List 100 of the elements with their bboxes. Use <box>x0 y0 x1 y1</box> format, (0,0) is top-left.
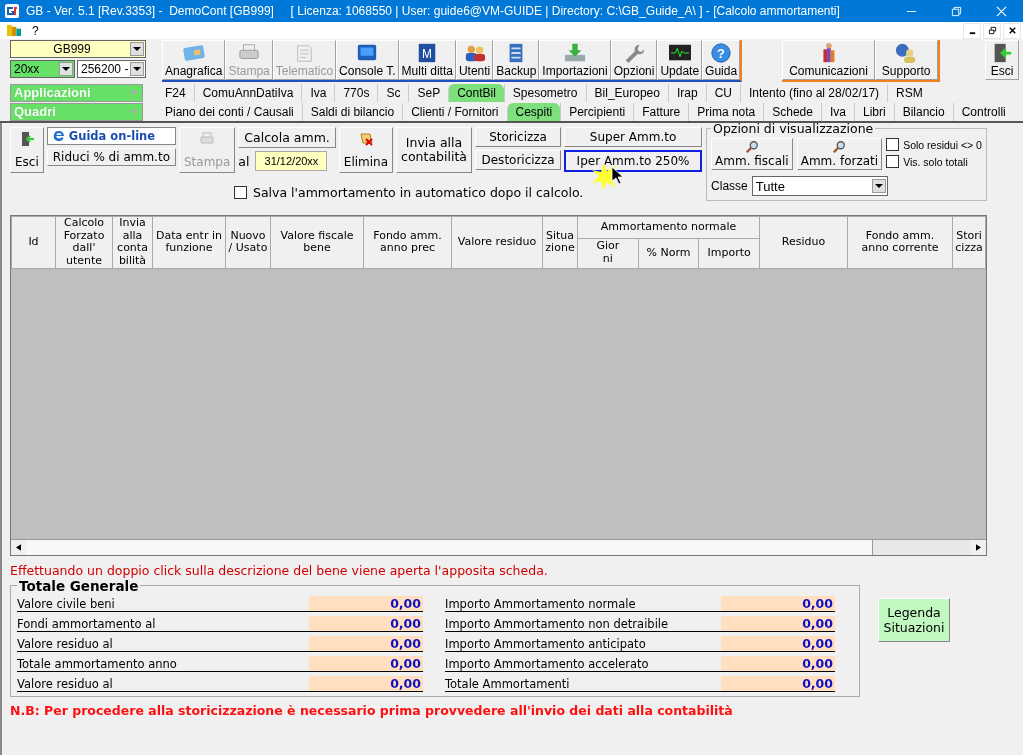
iper-button[interactable]: Iper Amm.to 250% <box>564 150 703 172</box>
date-field[interactable]: 31/12/20xx <box>255 151 328 171</box>
tab[interactable]: Cespiti <box>506 102 561 121</box>
total-label: Totale Ammortamenti <box>445 676 571 691</box>
caret-icon <box>874 184 883 188</box>
maximize-icon[interactable] <box>951 5 962 17</box>
tab[interactable]: Iva <box>820 102 854 121</box>
column-header: Fondo amm. anno corrente <box>847 216 953 269</box>
tab[interactable]: Bilancio <box>893 102 953 121</box>
app-menu-icon[interactable] <box>7 24 22 37</box>
year-select[interactable]: 20xx <box>10 60 75 78</box>
toolbar-button[interactable]: Importazioni <box>539 40 611 80</box>
toolbar-button[interactable]: Console T. <box>336 40 399 80</box>
browser-icon <box>52 130 65 142</box>
column-header: Valore residuo <box>451 216 543 269</box>
tab[interactable]: Spesometro <box>503 83 586 102</box>
tab[interactable]: ComuAnnDatiIva <box>193 83 302 102</box>
total-value: 0,00 <box>309 595 423 611</box>
tab[interactable]: Fatture <box>633 102 689 121</box>
toolbar-button[interactable]: Utenti <box>455 40 494 80</box>
column-header: Data entr in funzione <box>152 216 226 269</box>
view-options-title: Opzioni di visualizzazione <box>712 121 875 136</box>
unhistoricize-button[interactable]: Destoricizza <box>475 150 562 170</box>
checkbox[interactable] <box>886 138 900 151</box>
exit-button[interactable]: Esci <box>985 40 1019 80</box>
view-button[interactable]: Amm. fiscali <box>711 138 793 170</box>
tab[interactable]: Irap <box>667 83 706 102</box>
delete-button[interactable]: Elimina <box>338 127 394 173</box>
magnifier-icon <box>832 140 847 154</box>
tab[interactable]: Piano dei conti / Causali <box>157 102 302 121</box>
total-label: Valore residuo al <box>17 636 114 651</box>
tab[interactable]: Intento (fino al 28/02/17) <box>739 83 888 102</box>
caret-icon <box>133 67 141 71</box>
magnifier-icon <box>744 140 759 154</box>
total-label: Importo Ammortamento accelerato <box>445 656 650 671</box>
scroll-left-icon[interactable] <box>16 543 21 551</box>
tab[interactable]: Prima nota <box>688 102 764 121</box>
window-title: GB - Ver. 5.1 [Rev.3353] - DemoCont [GB999] [ Licenza: 1068550 | User: guide6@VM-GUIDE | Directory: C:\GB_Guide_A\ ] - [Calcolo ammortamenti] <box>26 4 841 18</box>
tab[interactable]: Libri <box>854 102 894 121</box>
column-header: Gior ni <box>577 238 639 269</box>
tab[interactable]: 770s <box>334 83 378 102</box>
checkbox[interactable] <box>886 155 900 168</box>
column-header: Residuo <box>759 216 848 269</box>
scrollbar-drawing[interactable] <box>11 538 986 555</box>
exit-button[interactable]: Esci <box>10 127 44 173</box>
scroll-right-icon[interactable] <box>976 543 981 551</box>
toolbar-button[interactable]: Comunicazioni <box>782 40 875 80</box>
total-label: Totale ammortamento anno <box>17 656 178 671</box>
autosave-label: Salva l'ammortamento in automatico dopo il calcolo. <box>253 185 584 200</box>
total-value: 0,00 <box>309 635 423 651</box>
tab[interactable]: Saldi di bilancio <box>301 102 403 121</box>
toolbar-button[interactable]: Update <box>657 40 703 80</box>
tab[interactable]: Percipienti <box>560 102 634 121</box>
legend-button[interactable]: Legenda Situazioni <box>878 597 950 642</box>
company-select[interactable]: GB999 <box>10 40 146 58</box>
online-help-button[interactable]: Guida on-line <box>46 127 176 145</box>
tab[interactable]: Clienti / Fornitori <box>402 102 507 121</box>
tab[interactable]: Iva <box>301 83 335 102</box>
total-label: Importo Ammortamento normale <box>445 596 637 611</box>
date-label: al <box>238 153 250 169</box>
toolbar-button[interactable]: ? Guida <box>702 40 741 80</box>
totals-title: Totale Generale <box>18 577 139 594</box>
column-header: Fondo amm. anno prec <box>363 216 452 269</box>
historicize-button[interactable]: Storicizza <box>475 127 562 147</box>
tab[interactable]: F24 <box>157 83 194 102</box>
super-button[interactable]: Super Amm.to <box>564 127 703 147</box>
tab[interactable]: ContBil <box>448 83 504 102</box>
note-text: N.B: Per procedere alla storicizzazione è necessario prima provvedere all'invio dei dati alla contabilità <box>10 702 734 718</box>
tab[interactable]: Controlli <box>952 102 1014 121</box>
column-header: Invia alla conta bilità <box>112 216 153 269</box>
checkbox[interactable] <box>234 186 247 199</box>
tab[interactable]: RSM <box>887 83 931 102</box>
total-value: 0,00 <box>309 675 423 691</box>
reduce-button[interactable]: Riduci % di amm.to <box>46 148 176 166</box>
class-select[interactable]: Tutte <box>751 176 888 196</box>
toolbar-button[interactable]: Opzioni <box>610 40 658 80</box>
toolbar-button[interactable]: Supporto <box>874 40 938 80</box>
calculate-button[interactable]: Calcola amm. <box>238 127 336 148</box>
restore-icon[interactable] <box>983 22 1001 39</box>
close-icon[interactable] <box>1003 22 1021 39</box>
total-label: Importo Ammortamento anticipato <box>445 636 647 651</box>
tab[interactable]: CU <box>705 83 740 102</box>
tab[interactable]: Bil_Europeo <box>585 83 668 102</box>
view-button[interactable]: Amm. forzati <box>796 138 883 170</box>
code-select[interactable]: 256200 - <box>77 60 146 78</box>
toolbar-button[interactable]: Anagrafica <box>162 40 226 80</box>
minimize-icon[interactable] <box>963 22 981 39</box>
toolbar-button[interactable]: M Multi ditta <box>398 40 456 80</box>
menu-item[interactable]: ? <box>32 23 39 38</box>
app-logo-icon <box>4 3 20 19</box>
tab[interactable]: Schede <box>763 102 821 121</box>
tab[interactable]: Sc <box>377 83 409 102</box>
checkbox-label: Solo residui <> 0 <box>903 138 982 151</box>
total-label: Valore civile beni <box>17 596 116 611</box>
toolbar-button[interactable]: Backup <box>493 40 540 80</box>
send-button[interactable]: Invia alla contabilità <box>396 127 473 173</box>
caret-icon <box>130 90 138 95</box>
total-value: 0,00 <box>721 615 835 631</box>
column-header: Stori cizza <box>952 216 986 269</box>
total-label: Importo Ammortamento non detraibile <box>445 616 670 631</box>
